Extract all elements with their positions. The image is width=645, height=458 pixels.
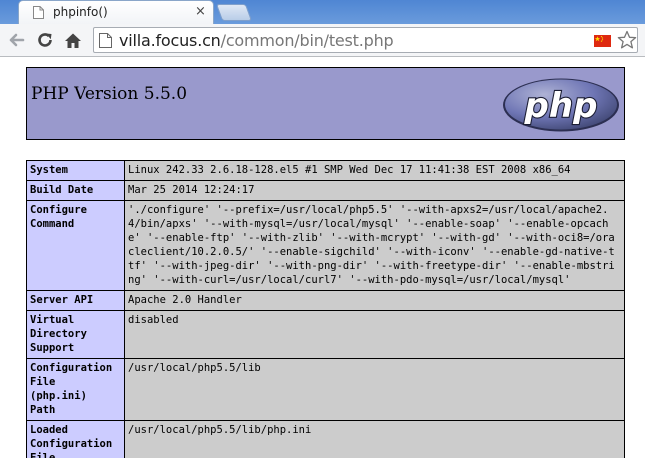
back-icon	[9, 33, 25, 47]
row-value: Linux 242.33 2.6.18-128.el5 #1 SMP Wed D…	[124, 160, 625, 181]
row-value: Apache 2.0 Handler	[124, 290, 625, 311]
reload-icon	[38, 33, 52, 47]
table-row: Configuration File (php.ini) Path /usr/l…	[26, 358, 625, 421]
page-icon	[99, 33, 112, 48]
bookmark-star-icon[interactable]	[617, 30, 637, 50]
tab-title: phpinfo()	[53, 5, 108, 19]
row-value: './configure' '--prefix=/usr/local/php5.…	[124, 200, 625, 291]
table-row: Build Date Mar 25 2014 12:24:17	[26, 180, 625, 201]
row-value: /usr/local/php5.5/lib	[124, 358, 625, 421]
table-row: Virtual Directory Support disabled	[26, 310, 625, 359]
table-row: Server API Apache 2.0 Handler	[26, 290, 625, 311]
row-key: Configuration File (php.ini) Path	[26, 358, 125, 421]
php-header: PHP Version 5.5.0 php	[26, 67, 625, 140]
new-tab-button[interactable]	[215, 4, 253, 21]
row-key: Server API	[26, 290, 125, 311]
address-bar[interactable]: villa.focus.cn/common/bin/test.php	[93, 27, 638, 53]
row-key: Build Date	[26, 180, 125, 201]
url-host: villa.focus.cn	[119, 31, 221, 50]
home-icon	[65, 33, 81, 48]
row-value: /usr/local/php5.5/lib/php.ini	[124, 420, 625, 458]
php-logo-text: php	[524, 86, 598, 126]
row-key: Loaded Configuration File	[26, 420, 125, 458]
page-icon	[33, 6, 44, 19]
url-path: /common/bin/test.php	[220, 31, 394, 50]
home-button[interactable]	[62, 29, 84, 51]
row-value: disabled	[124, 310, 625, 359]
tab-strip: phpinfo() ×	[0, 0, 645, 24]
table-row: Configure Command './configure' '--prefi…	[26, 200, 625, 291]
china-flag-icon[interactable]	[594, 35, 611, 47]
php-logo: php	[503, 78, 619, 132]
row-value: Mar 25 2014 12:24:17	[124, 180, 625, 201]
back-button[interactable]	[5, 29, 27, 51]
tab-phpinfo[interactable]: phpinfo() ×	[18, 0, 214, 24]
php-info-table: System Linux 242.33 2.6.18-128.el5 #1 SM…	[26, 160, 625, 458]
reload-button[interactable]	[34, 29, 56, 51]
page-content: PHP Version 5.5.0 php System Linux 242.3…	[0, 57, 645, 458]
table-row: System Linux 242.33 2.6.18-128.el5 #1 SM…	[26, 160, 625, 181]
table-row: Loaded Configuration File /usr/local/php…	[26, 420, 625, 458]
page-title: PHP Version 5.5.0	[31, 84, 188, 104]
row-key: Virtual Directory Support	[26, 310, 125, 359]
row-key: Configure Command	[26, 200, 125, 291]
row-key: System	[26, 160, 125, 181]
browser-toolbar: villa.focus.cn/common/bin/test.php	[0, 24, 645, 57]
close-icon[interactable]: ×	[195, 4, 206, 20]
url-text: villa.focus.cn/common/bin/test.php	[119, 31, 394, 50]
